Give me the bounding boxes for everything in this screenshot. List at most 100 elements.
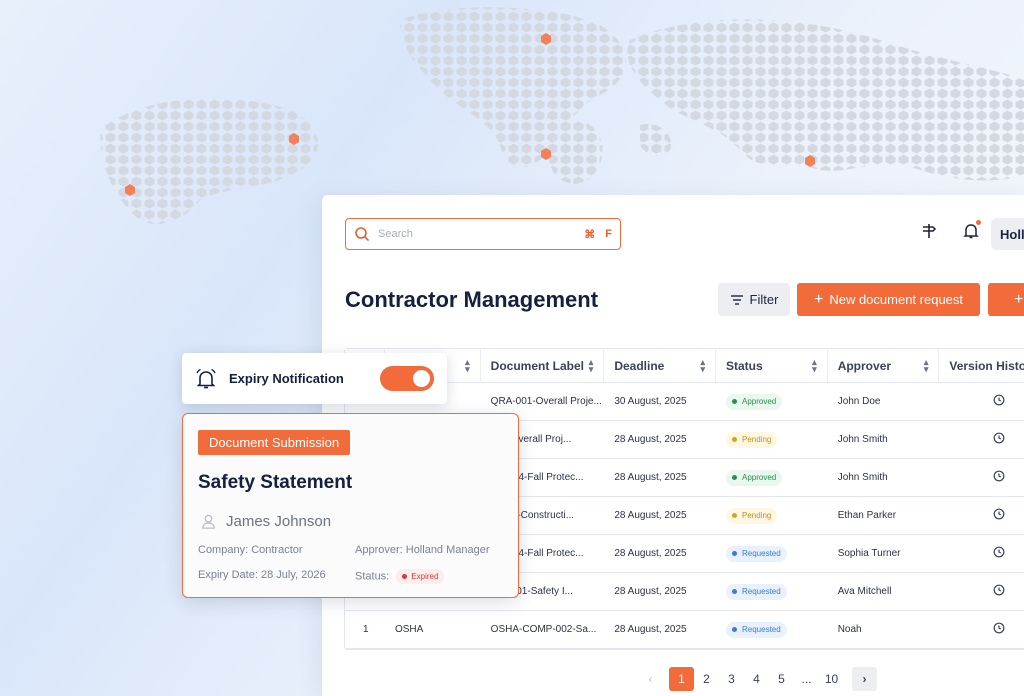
status-dot <box>732 551 737 556</box>
row-deadline: 28 August, 2025 <box>614 586 687 597</box>
row-status: Approved <box>716 469 828 486</box>
table-row[interactable]: 1 OSHA OSHA-COMP-002-Sa... 28 August, 2025 R… <box>345 611 1024 649</box>
row-type: OSHA <box>394 624 424 635</box>
clock-icon[interactable] <box>993 432 1005 444</box>
clock-icon[interactable] <box>993 508 1005 520</box>
card-expiry-date: Expiry Date: 28 July, 2026 <box>198 569 326 581</box>
new-request-label: New document request <box>829 292 964 307</box>
page-button[interactable]: 10 <box>819 667 844 691</box>
clock-icon[interactable] <box>993 584 1005 596</box>
filter-label: Filter <box>749 292 779 307</box>
column-header-approver[interactable]: Approver ▴ ▾ <box>828 349 940 382</box>
expired-badge: Expired <box>396 569 445 584</box>
page-button[interactable]: 1 <box>669 667 694 691</box>
status-badge: Pending <box>726 507 778 524</box>
status-dot <box>732 475 737 480</box>
new-document-request-button[interactable]: + New document request <box>797 283 980 316</box>
row-version-history <box>939 508 1024 523</box>
status-label: Requested <box>742 625 781 634</box>
sort-icon: ▴ ▾ <box>923 356 929 374</box>
search-bar[interactable]: ⌘ F <box>345 218 621 250</box>
row-version-history <box>939 546 1024 561</box>
document-submission-card[interactable]: Document Submission Safety Statement Jam… <box>182 413 519 598</box>
row-version-history <box>939 622 1024 637</box>
column-header-status[interactable]: Status ▴ ▾ <box>716 349 828 382</box>
status-dot <box>732 437 737 442</box>
row-approver: Ava Mitchell <box>837 586 892 597</box>
status-badge: Approved <box>726 393 783 410</box>
status-dot <box>402 574 408 579</box>
row-deadline: 28 August, 2025 <box>614 510 687 521</box>
status-label: Approved <box>742 397 777 406</box>
clock-icon[interactable] <box>993 622 1005 634</box>
status-badge: Requested <box>726 545 787 562</box>
row-approver: John Doe <box>837 396 881 407</box>
column-header-document-label[interactable]: Document Label ▴ ▾ <box>481 349 605 382</box>
row-approver: John Smith <box>837 472 888 483</box>
status-dot <box>732 589 737 594</box>
search-input[interactable] <box>378 228 575 240</box>
card-status: Status: Expired <box>355 569 445 584</box>
page-button[interactable]: 2 <box>694 667 719 691</box>
status-dot <box>732 399 737 404</box>
notification-bell-button[interactable] <box>962 220 981 240</box>
status-label: Approved <box>742 473 777 482</box>
filter-button[interactable]: Filter <box>718 283 790 316</box>
shortcut-cmd: ⌘ <box>584 228 596 241</box>
status-badge: Pending <box>726 431 778 448</box>
page-button[interactable]: 5 <box>769 667 794 691</box>
user-menu-button[interactable]: Holla <box>991 218 1024 250</box>
row-approver: Noah <box>837 624 862 635</box>
pagination-ellipsis: ... <box>801 672 812 686</box>
status-label: Pending <box>742 511 772 520</box>
column-header-version-history[interactable]: Version History <box>939 349 1024 382</box>
status-badge: Approved <box>726 469 783 486</box>
clock-icon[interactable] <box>993 394 1005 406</box>
row-deadline: 28 August, 2025 <box>614 434 687 445</box>
row-approver: Sophia Turner <box>837 548 901 559</box>
notification-dot <box>976 220 981 225</box>
status-label: Pending <box>742 435 772 444</box>
status-badge: Requested <box>726 583 787 600</box>
row-version-history <box>939 394 1024 409</box>
person-name: James Johnson <box>226 513 332 530</box>
row-status: Requested <box>716 545 828 562</box>
expired-badge-label: Expired <box>411 572 439 581</box>
expiry-notification-toggle[interactable] <box>380 366 434 391</box>
status-label: Requested <box>742 549 781 558</box>
row-status: Pending <box>716 431 828 448</box>
card-person: James Johnson <box>200 513 331 530</box>
sort-icon: ▴ ▾ <box>588 356 594 374</box>
row-document-label: QRA-001-Overall Proje... <box>490 396 602 407</box>
row-version-history <box>939 432 1024 447</box>
document-submission-tag: Document Submission <box>198 430 351 455</box>
clock-icon[interactable] <box>993 546 1005 558</box>
row-deadline: 28 August, 2025 <box>614 624 687 635</box>
shortcut-key: F <box>605 228 612 240</box>
row-version-history <box>939 470 1024 485</box>
prev-page-button[interactable]: ‹ <box>638 667 663 691</box>
status-badge: Requested <box>726 621 787 638</box>
row-version-history <box>939 584 1024 599</box>
next-page-button[interactable]: › <box>852 667 877 691</box>
row-status: Requested <box>716 583 828 600</box>
secondary-action-button[interactable]: + <box>988 283 1024 316</box>
signpost-icon[interactable] <box>920 222 938 240</box>
page-button[interactable]: 4 <box>744 667 769 691</box>
row-deadline: 30 August, 2025 <box>614 396 687 407</box>
toggle-knob <box>413 370 430 387</box>
row-status: Pending <box>716 507 828 524</box>
card-approver: Approver: Holland Manager <box>355 544 490 556</box>
row-deadline: 28 August, 2025 <box>614 472 687 483</box>
user-icon <box>202 514 215 529</box>
search-icon <box>355 227 369 241</box>
row-approver: John Smith <box>837 434 888 445</box>
sort-icon: ▴ ▾ <box>700 356 705 374</box>
page-button[interactable]: 3 <box>719 667 744 691</box>
plus-icon: + <box>813 290 824 308</box>
row-deadline: 28 August, 2025 <box>614 548 687 559</box>
clock-icon[interactable] <box>993 470 1005 482</box>
status-dot <box>732 513 737 518</box>
bell-icon <box>196 368 216 388</box>
column-header-deadline[interactable]: Deadline ▴ ▾ <box>604 349 716 382</box>
